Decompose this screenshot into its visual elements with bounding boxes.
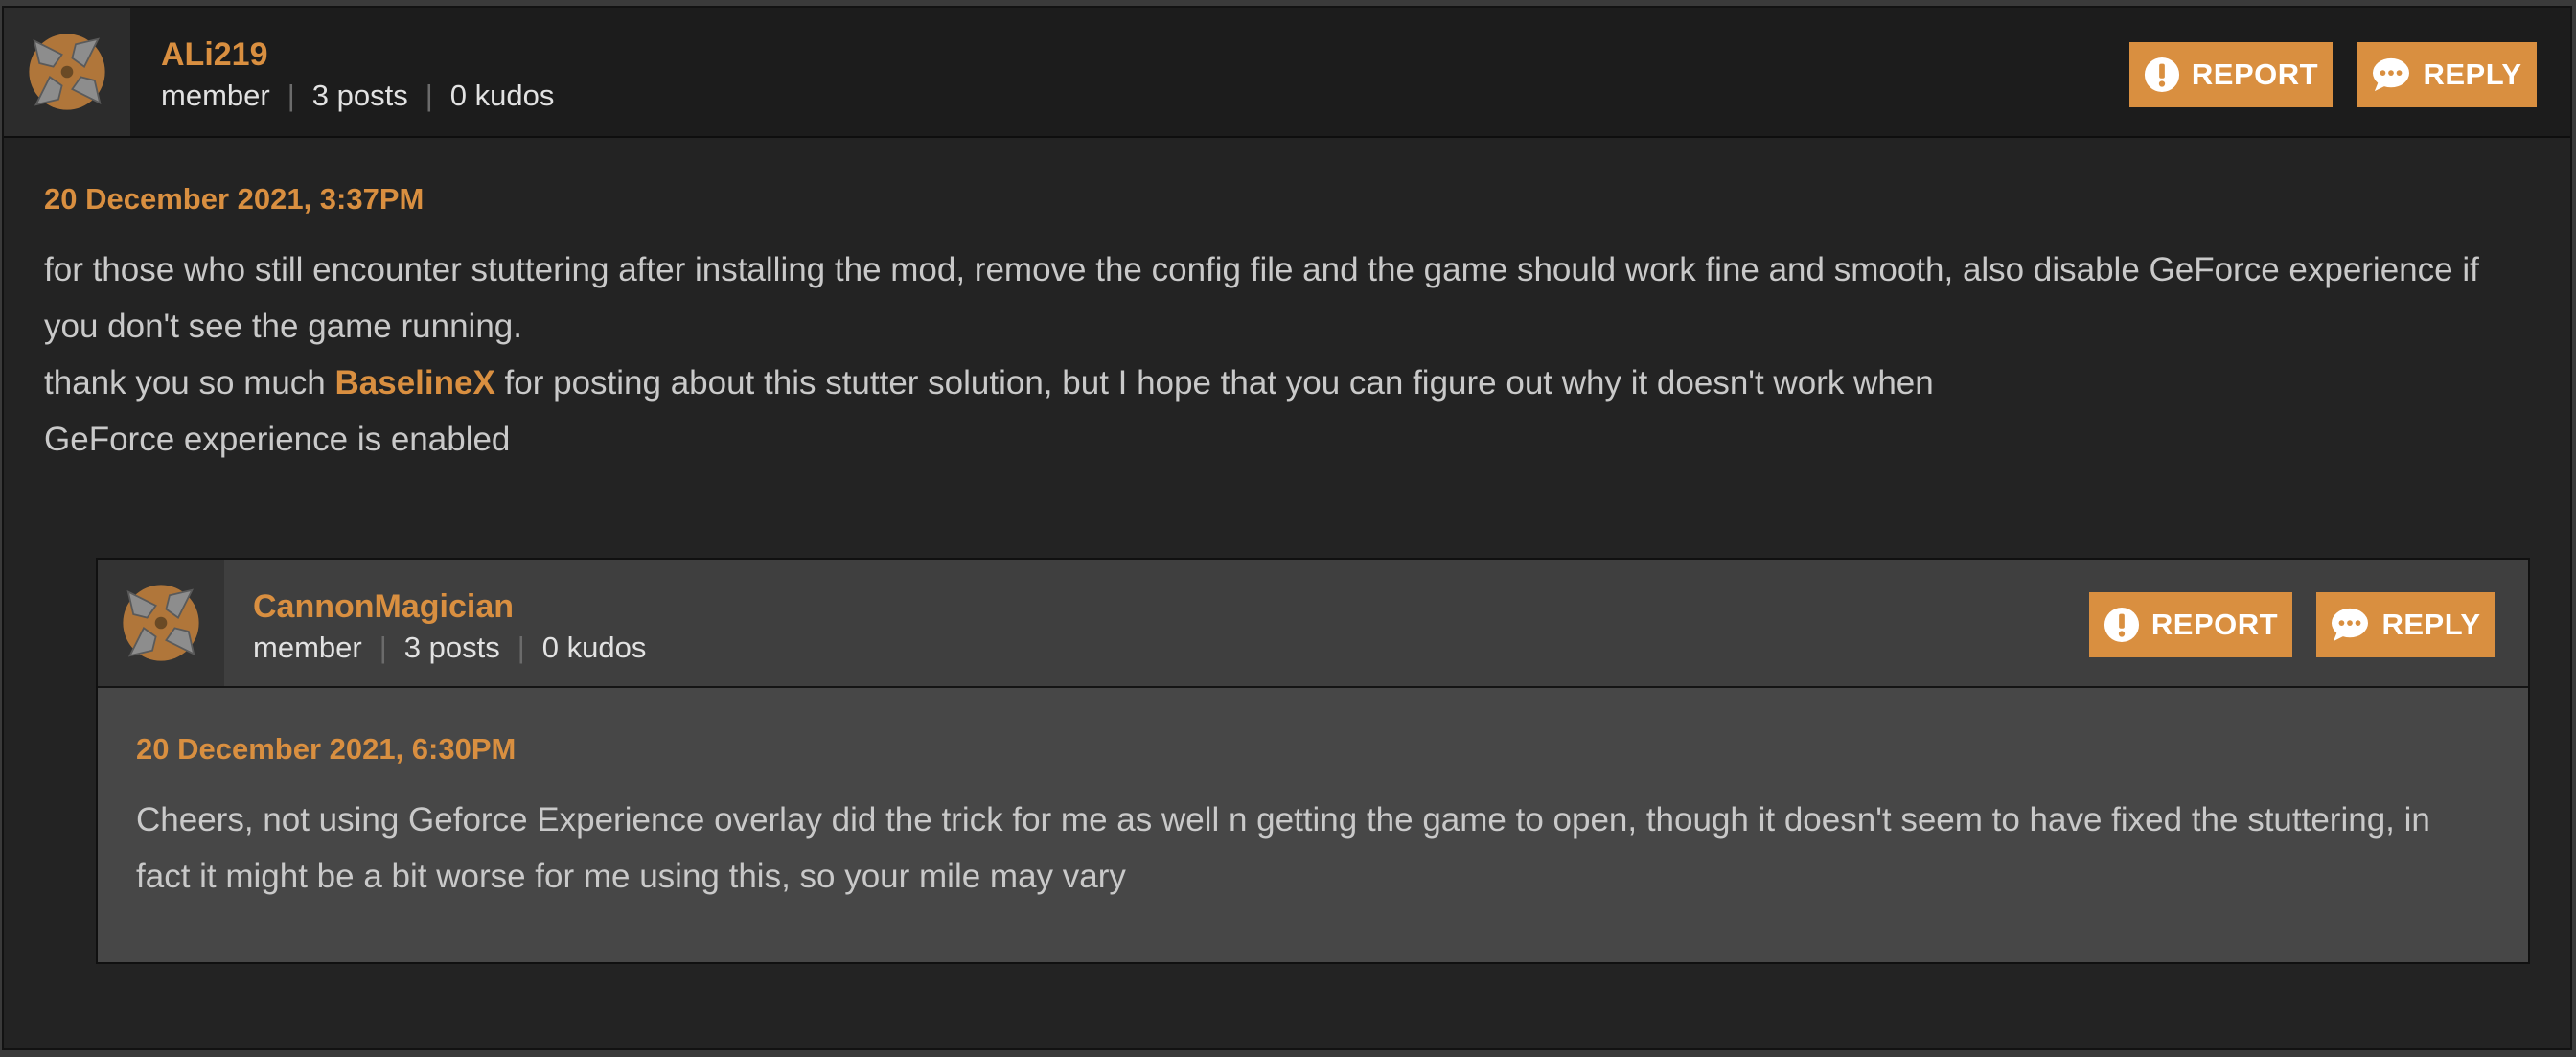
report-label: REPORT (2150, 608, 2279, 641)
comment: ALi219 member | 3 posts | 0 kudos REPORT (2, 6, 2572, 1050)
user-kudos: 0 kudos (449, 79, 555, 112)
comment-body: for those who still encounter stuttering… (44, 241, 2497, 468)
report-button[interactable]: REPORT (2089, 592, 2292, 657)
reply-button[interactable]: REPLY (2357, 42, 2537, 107)
meta-separator: | (287, 79, 295, 112)
comment-paragraph: Cheers, not using Geforce Experience ove… (136, 801, 2430, 895)
avatar[interactable] (98, 560, 224, 686)
user-posts: 3 posts (311, 79, 408, 112)
nexus-logo-icon (123, 585, 199, 661)
comment-paragraph: thank you so much BaselineX for posting … (44, 355, 2497, 411)
user-meta: member | 3 posts | 0 kudos (161, 79, 554, 113)
comment-date: 20 December 2021, 6:30PM (136, 732, 517, 766)
reply-comment: CannonMagician member | 3 posts | 0 kudo… (96, 558, 2530, 964)
user-posts: 3 posts (403, 631, 500, 664)
user-meta: member | 3 posts | 0 kudos (253, 631, 646, 665)
reply-header: CannonMagician member | 3 posts | 0 kudo… (98, 560, 2528, 688)
comment-paragraph: GeForce experience is enabled (44, 421, 511, 458)
comment-header: ALi219 member | 3 posts | 0 kudos REPORT (4, 8, 2570, 138)
user-mention-link[interactable]: BaselineX (335, 364, 495, 402)
speech-bubble-icon (2330, 607, 2370, 643)
comment-paragraph: for those who still encounter stuttering… (44, 251, 2479, 345)
reply-button[interactable]: REPLY (2316, 592, 2495, 657)
meta-separator: | (517, 631, 525, 664)
meta-separator: | (425, 79, 433, 112)
report-label: REPORT (2191, 57, 2319, 91)
exclamation-circle-icon (2144, 57, 2180, 93)
exclamation-circle-icon (2104, 607, 2140, 643)
user-role: member (253, 631, 362, 664)
nexus-logo-icon (29, 34, 105, 110)
username[interactable]: ALi219 (161, 36, 268, 74)
comment-body: Cheers, not using Geforce Experience ove… (136, 792, 2474, 905)
comment-date: 20 December 2021, 3:37PM (44, 182, 425, 216)
reply-label: REPLY (2381, 608, 2481, 641)
meta-separator: | (379, 631, 387, 664)
speech-bubble-icon (2371, 57, 2411, 93)
comment-text: thank you so much (44, 364, 335, 402)
user-role: member (161, 79, 270, 112)
user-kudos: 0 kudos (541, 631, 647, 664)
username[interactable]: CannonMagician (253, 588, 514, 626)
reply-label: REPLY (2423, 57, 2522, 91)
comment-text: for posting about this stutter solution,… (494, 364, 1934, 402)
report-button[interactable]: REPORT (2129, 42, 2333, 107)
avatar[interactable] (4, 8, 130, 136)
